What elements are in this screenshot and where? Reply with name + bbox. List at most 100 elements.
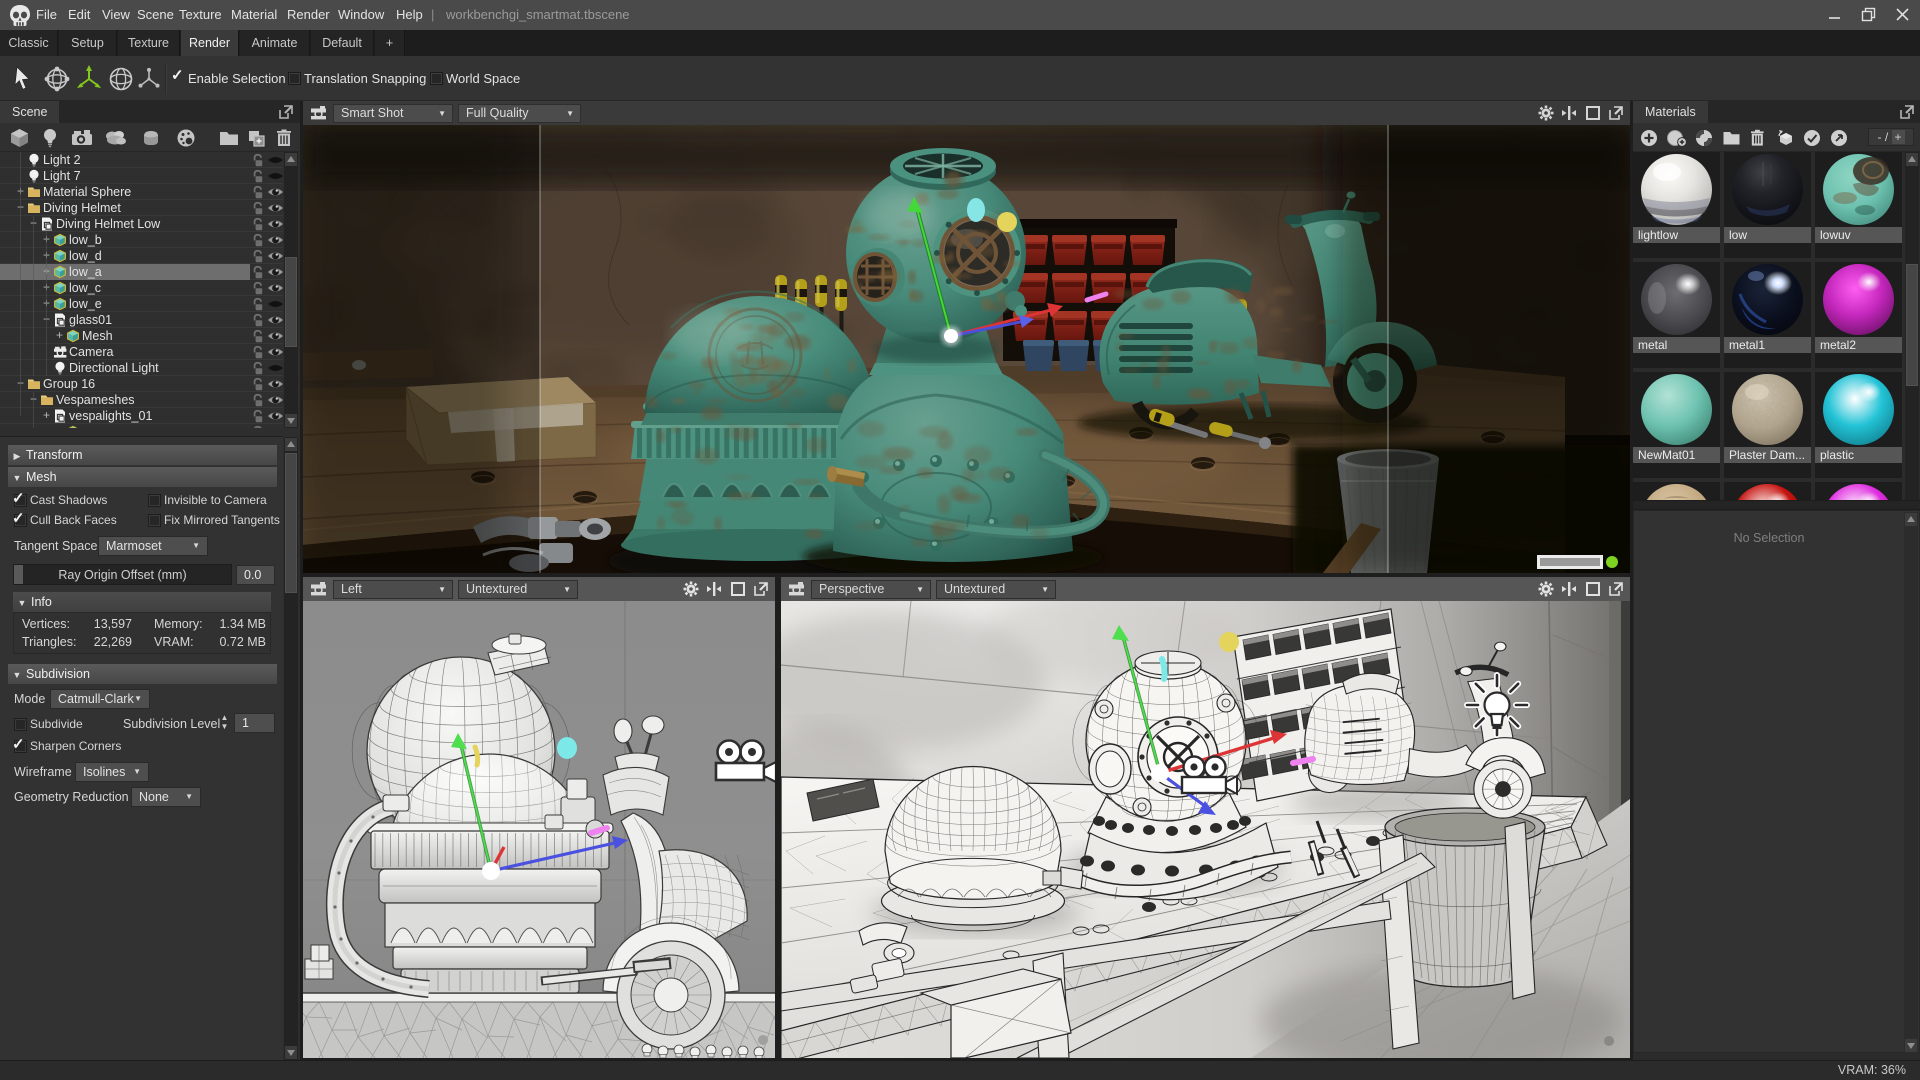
tangent-space-dropdown[interactable]: Marmoset ▼	[98, 536, 208, 556]
tree-item-low_c[interactable]: +low_c	[0, 280, 283, 296]
lock-icon[interactable]	[251, 265, 265, 279]
enable-selection-toggle[interactable]: ✓ Enable Selection	[171, 67, 286, 87]
tree-item-directional-light[interactable]: Directional Light	[0, 360, 283, 376]
camera-select-dropdown[interactable]: Left ▼	[333, 580, 453, 599]
material-unnamed-10[interactable]	[1724, 482, 1811, 500]
tree-item-light-2[interactable]: Light 2	[0, 152, 283, 168]
scroll-down-button[interactable]	[1905, 1039, 1917, 1052]
material-metal2[interactable]: metal2	[1815, 262, 1902, 368]
materials-panel-tab[interactable]: Materials	[1633, 101, 1708, 123]
visibility-on-icon[interactable]	[267, 202, 283, 214]
visibility-off-icon[interactable]	[267, 170, 283, 182]
viewport-settings-gear-icon[interactable]	[1538, 581, 1554, 597]
scroll-down-button[interactable]	[285, 414, 297, 427]
subdivision-section-header[interactable]: ▼ Subdivision	[8, 664, 277, 684]
perspective-viewport-canvas[interactable]	[781, 601, 1630, 1058]
tab-texture[interactable]: Texture	[118, 30, 180, 56]
viewport-popout-icon[interactable]	[753, 581, 769, 597]
expand-toggle[interactable]: +	[40, 409, 53, 422]
viewport-maximize-icon[interactable]	[1585, 581, 1601, 597]
viewport-settings-gear-icon[interactable]	[683, 581, 699, 597]
camera-select-dropdown[interactable]: Smart Shot ▼	[333, 104, 453, 123]
lock-icon[interactable]	[251, 345, 265, 359]
add-material-plus-icon[interactable]	[1640, 129, 1658, 147]
close-button[interactable]	[1886, 0, 1920, 30]
perspective-viewport[interactable]: Perspective ▼ Untextured ▼	[781, 577, 1630, 1058]
viewport-split-icon[interactable]	[706, 581, 722, 597]
apply-to-selection-icon[interactable]	[1776, 129, 1796, 147]
panel-splitter[interactable]	[1633, 500, 1920, 510]
lock-icon[interactable]	[251, 361, 265, 375]
select-tool-icon[interactable]	[8, 64, 38, 94]
viewport-maximize-icon[interactable]	[1585, 105, 1601, 121]
lock-icon[interactable]	[251, 297, 265, 311]
lock-icon[interactable]	[251, 409, 265, 423]
material-lightlow[interactable]: lightlow	[1633, 152, 1720, 258]
camera-select-dropdown[interactable]: Perspective ▼	[811, 580, 931, 599]
material-metal[interactable]: metal	[1633, 262, 1720, 368]
tab-add[interactable]: +	[375, 30, 405, 56]
tree-item-diving-helmet-low[interactable]: −Diving Helmet Low	[0, 216, 283, 232]
visibility-on-icon[interactable]	[267, 314, 283, 326]
lock-icon[interactable]	[251, 281, 265, 295]
scroll-down-button[interactable]	[285, 1046, 297, 1059]
scroll-up-button[interactable]	[285, 438, 297, 451]
refresh-icon[interactable]	[1830, 129, 1848, 147]
transform-section-header[interactable]: ▶ Transform	[8, 445, 277, 465]
subdivision-mode-dropdown[interactable]: Catmull-Clark ▼	[50, 689, 150, 709]
add-light-icon[interactable]	[42, 128, 58, 148]
lock-icon[interactable]	[251, 169, 265, 183]
visibility-on-icon[interactable]	[267, 378, 283, 390]
material-editor-scrollbar[interactable]	[1904, 512, 1918, 1053]
tree-item-mesh[interactable]: + Mesh	[0, 328, 283, 344]
tree-item-low_a[interactable]: +low_a	[0, 264, 283, 280]
materials-scrollbar[interactable]	[1905, 152, 1919, 530]
minimize-button[interactable]	[1818, 0, 1852, 30]
increase-thumb-size-button[interactable]: +	[1891, 130, 1905, 144]
geometry-reduction-dropdown[interactable]: None ▼	[131, 787, 201, 807]
tab-animate[interactable]: Animate	[240, 30, 310, 56]
visibility-off-icon[interactable]	[267, 154, 283, 166]
left-viewport-canvas[interactable]	[303, 601, 775, 1058]
tab-classic[interactable]: Classic	[0, 30, 58, 56]
tree-item-vespalights_01[interactable]: + vespalights_01	[0, 408, 283, 424]
subdivision-level-spinner[interactable]: ▲ ▼	[219, 713, 230, 731]
visibility-on-icon[interactable]	[267, 426, 283, 428]
add-camera-icon[interactable]	[70, 128, 94, 148]
tree-item-low_b[interactable]: +low_b	[0, 232, 283, 248]
left-ortho-viewport[interactable]: Left ▼ Untextured ▼	[303, 577, 775, 1058]
render-viewport[interactable]: Smart Shot ▼ Full Quality ▼	[303, 101, 1630, 573]
tab-render[interactable]: Render	[181, 30, 239, 56]
scroll-up-button[interactable]	[1905, 513, 1917, 526]
validate-icon[interactable]	[1803, 129, 1821, 147]
visibility-on-icon[interactable]	[267, 330, 283, 342]
orbit-tool-icon[interactable]	[42, 64, 72, 94]
lock-icon[interactable]	[251, 249, 265, 263]
visibility-off-icon[interactable]	[267, 298, 283, 310]
delete-icon[interactable]	[274, 128, 294, 148]
mesh-section-header[interactable]: ▼ Mesh	[8, 467, 277, 487]
add-shadow-catcher-icon[interactable]	[140, 128, 162, 148]
material-lowuv[interactable]: lowuv	[1815, 152, 1902, 258]
viewport-popout-icon[interactable]	[1608, 105, 1624, 121]
scene-panel-tab[interactable]: Scene	[0, 101, 60, 123]
scroll-up-button[interactable]	[285, 153, 297, 166]
lock-icon[interactable]	[251, 329, 265, 343]
ray-origin-offset-value[interactable]: 0.0	[236, 565, 275, 585]
info-section-header[interactable]: ▼ Info	[13, 592, 271, 612]
translate-tool-icon[interactable]	[74, 64, 104, 94]
spin-up-icon[interactable]: ▲	[219, 713, 230, 722]
rotate-tool-icon[interactable]	[106, 64, 136, 94]
scale-tool-icon[interactable]	[136, 64, 162, 94]
visibility-on-icon[interactable]	[267, 250, 283, 262]
scroll-up-button[interactable]	[1906, 153, 1918, 166]
material-plaster-dam-[interactable]: Plaster Dam...	[1724, 372, 1811, 478]
delete-icon[interactable]	[1749, 129, 1766, 147]
viewport-split-icon[interactable]	[1561, 581, 1577, 597]
expand-toggle[interactable]: +	[53, 329, 66, 342]
lock-icon[interactable]	[251, 313, 265, 327]
expand-toggle[interactable]: +	[53, 425, 66, 429]
lock-icon[interactable]	[251, 153, 265, 167]
tree-item-low_e[interactable]: +low_e	[0, 296, 283, 312]
tree-item-camera[interactable]: Camera	[0, 344, 283, 360]
